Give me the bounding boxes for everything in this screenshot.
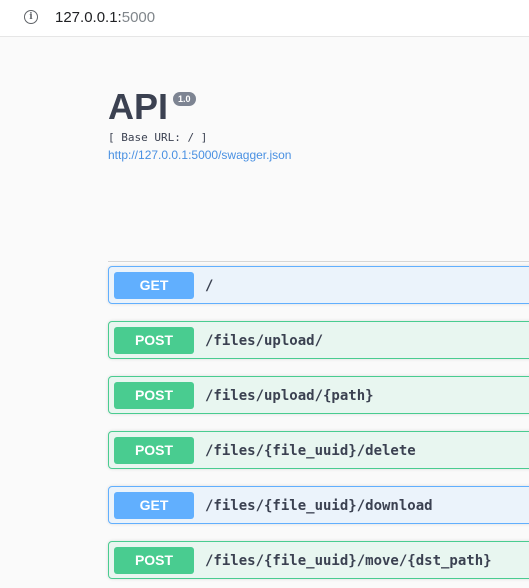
endpoint-path: /files/{file_uuid}/move/{dst_path} [205, 553, 492, 569]
endpoint-path: /files/upload/ [205, 333, 324, 349]
method-badge: GET [114, 272, 194, 299]
operation-post-files-upload[interactable]: POST /files/upload/ [108, 321, 529, 359]
base-url: [ Base URL: / ] [108, 131, 208, 144]
operation-post-files-delete[interactable]: POST /files/{file_uuid}/delete [108, 431, 529, 469]
endpoint-path: /files/{file_uuid}/download [205, 498, 433, 514]
url-port: 5000 [121, 9, 156, 26]
endpoint-path: /files/upload/{path} [205, 388, 374, 404]
operation-post-files-upload-path[interactable]: POST /files/upload/{path} [108, 376, 529, 414]
method-badge: POST [114, 382, 194, 409]
address-bar[interactable]: i 127.0.0.1:5000 [0, 0, 529, 37]
swagger-json-link[interactable]: http://127.0.0.1:5000/swagger.json [108, 148, 291, 162]
method-badge: GET [114, 492, 194, 519]
info-icon[interactable]: i [24, 10, 38, 24]
operation-post-files-move[interactable]: POST /files/{file_uuid}/move/{dst_path} [108, 541, 529, 579]
divider [108, 261, 529, 262]
method-badge: POST [114, 547, 194, 574]
operation-get-files-download[interactable]: GET /files/{file_uuid}/download [108, 486, 529, 524]
api-title: API [108, 86, 169, 127]
endpoint-path: /files/{file_uuid}/delete [205, 443, 416, 459]
url-host: 127.0.0.1: [55, 9, 122, 26]
method-badge: POST [114, 327, 194, 354]
method-badge: POST [114, 437, 194, 464]
operation-get-root[interactable]: GET / [108, 266, 529, 304]
version-badge: 1.0 [173, 92, 196, 106]
endpoint-path: / [205, 278, 214, 294]
info-header: API 1.0 [108, 86, 196, 127]
url-text[interactable]: 127.0.0.1:5000 [55, 9, 155, 26]
